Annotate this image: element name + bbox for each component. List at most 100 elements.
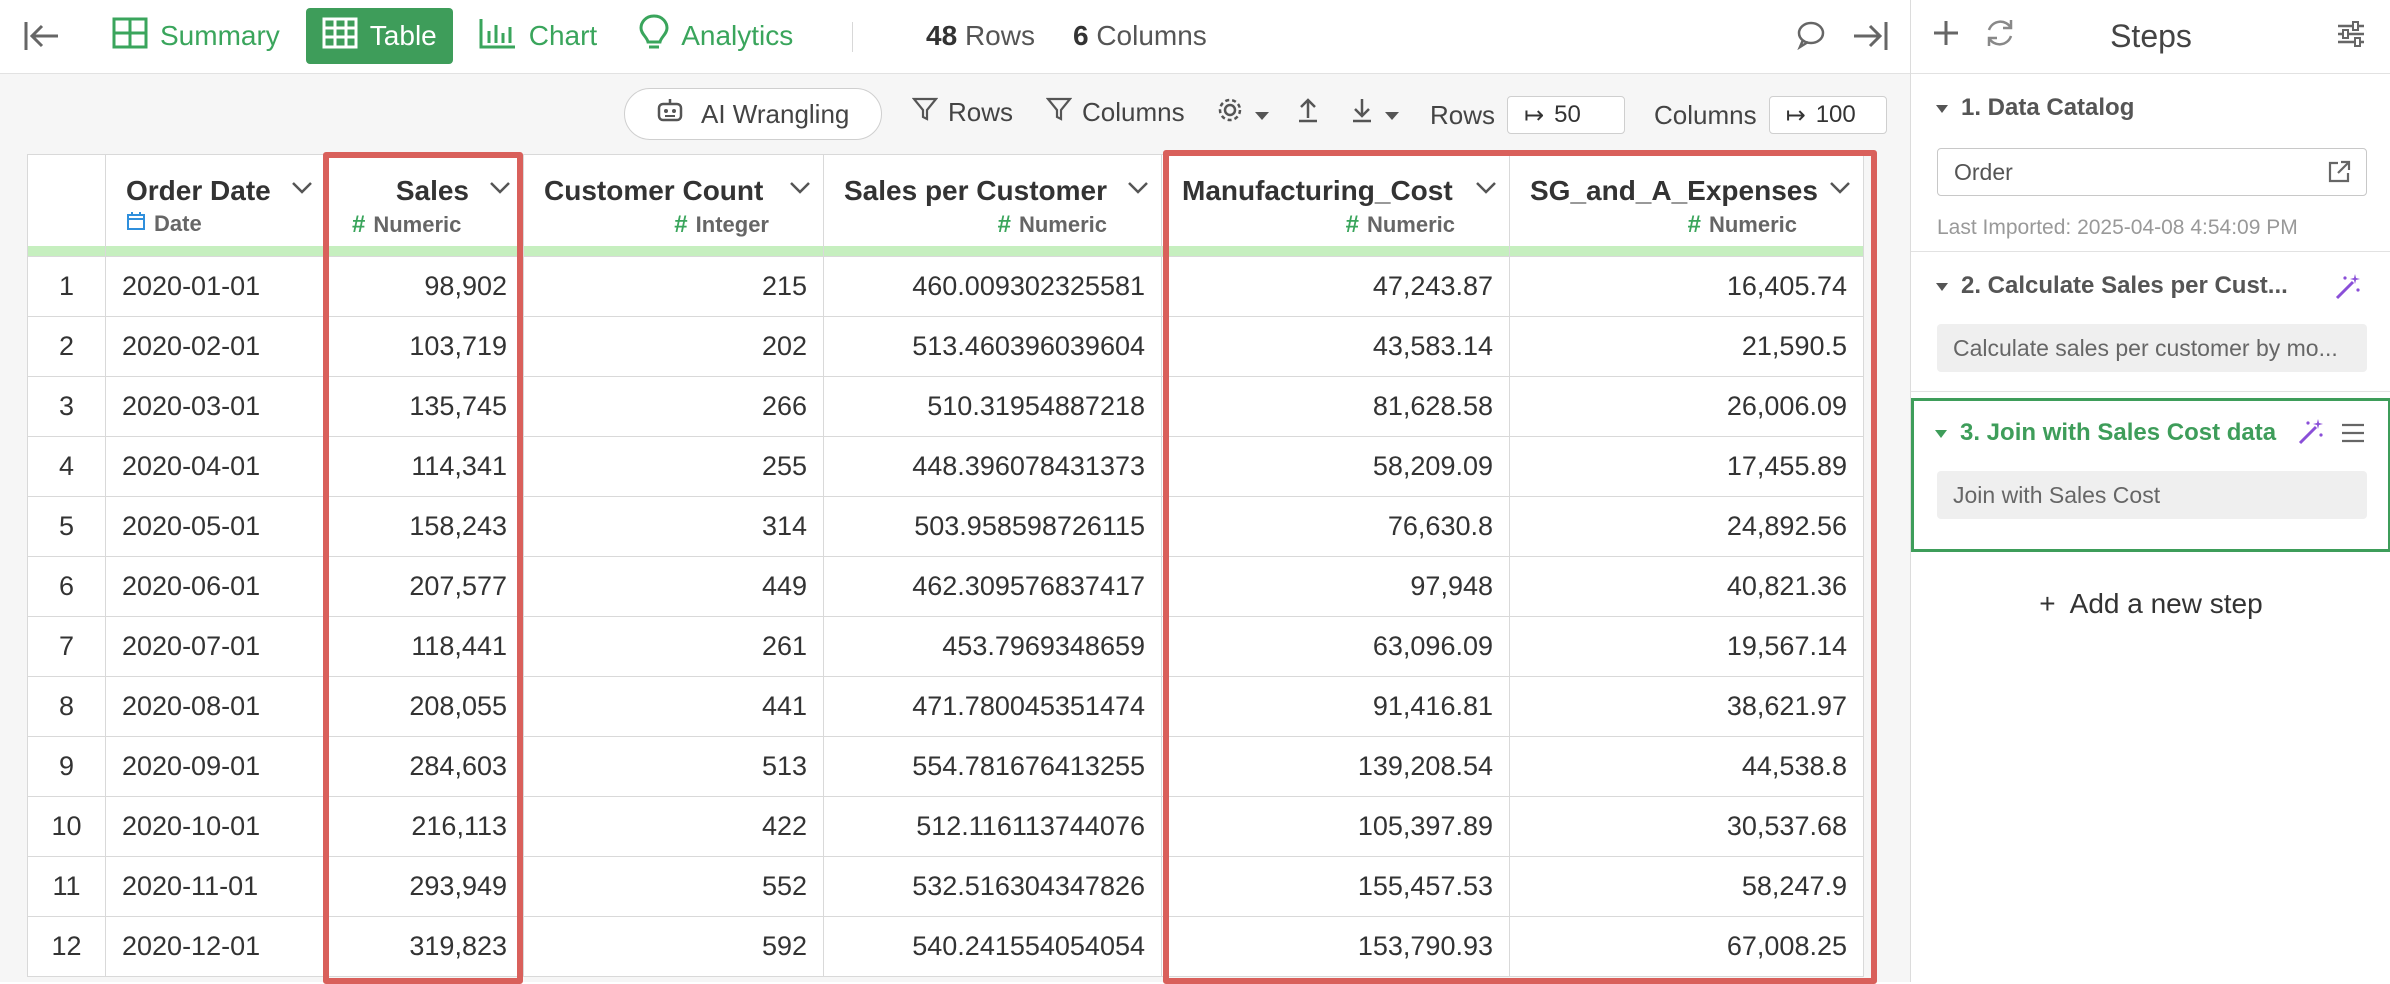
- table-cell[interactable]: 207,577: [325, 556, 524, 617]
- download-dropdown[interactable]: [1350, 96, 1400, 131]
- table-cell[interactable]: 510.31954887218: [823, 376, 1162, 437]
- step-calculate-sales[interactable]: 2. Calculate Sales per Cust... Calculate…: [1911, 252, 2390, 392]
- column-header-order-date[interactable]: Order Date Date: [105, 154, 326, 257]
- table-cell[interactable]: 513: [523, 736, 824, 797]
- table-cell[interactable]: 462.309576837417: [823, 556, 1162, 617]
- chevron-down-icon[interactable]: [489, 181, 511, 200]
- table-cell[interactable]: 135,745: [325, 376, 524, 437]
- table-cell[interactable]: 202: [523, 316, 824, 377]
- column-header-sales-per-customer[interactable]: Sales per Customer # Numeric: [823, 154, 1162, 257]
- rows-limit-input[interactable]: ↦ 50: [1507, 96, 1626, 134]
- table-cell[interactable]: 40,821.36: [1509, 556, 1864, 617]
- caret-down-icon[interactable]: [1934, 419, 1948, 447]
- table-cell[interactable]: 30,537.68: [1509, 796, 1864, 857]
- table-cell[interactable]: 216,113: [325, 796, 524, 857]
- magic-wand-icon[interactable]: [2296, 417, 2326, 452]
- table-cell[interactable]: 105,397.89: [1161, 796, 1510, 857]
- table-cell[interactable]: 2020-07-01: [105, 616, 326, 677]
- table-cell[interactable]: 19,567.14: [1509, 616, 1864, 677]
- external-link-icon[interactable]: [2326, 159, 2352, 191]
- table-cell[interactable]: 24,892.56: [1509, 496, 1864, 557]
- table-cell[interactable]: 449: [523, 556, 824, 617]
- chevron-down-icon[interactable]: [291, 181, 313, 200]
- table-cell[interactable]: 58,209.09: [1161, 436, 1510, 497]
- table-cell[interactable]: 155,457.53: [1161, 856, 1510, 917]
- table-cell[interactable]: 552: [523, 856, 824, 917]
- table-cell[interactable]: 153,790.93: [1161, 916, 1510, 977]
- upload-button[interactable]: [1296, 96, 1320, 131]
- chevron-down-icon[interactable]: [1829, 181, 1851, 200]
- settings-dropdown[interactable]: [1216, 96, 1270, 131]
- collapse-sidebar-icon[interactable]: [22, 18, 66, 54]
- comment-icon[interactable]: [1796, 20, 1826, 55]
- table-cell[interactable]: 2020-10-01: [105, 796, 326, 857]
- table-cell[interactable]: 319,823: [325, 916, 524, 977]
- table-cell[interactable]: 63,096.09: [1161, 616, 1510, 677]
- column-header-customer-count[interactable]: Customer Count # Integer: [523, 154, 824, 257]
- table-cell[interactable]: 2020-04-01: [105, 436, 326, 497]
- table-cell[interactable]: 2020-02-01: [105, 316, 326, 377]
- table-cell[interactable]: 2020-09-01: [105, 736, 326, 797]
- table-cell[interactable]: 2020-11-01: [105, 856, 326, 917]
- table-cell[interactable]: 114,341: [325, 436, 524, 497]
- table-cell[interactable]: 2020-05-01: [105, 496, 326, 557]
- table-cell[interactable]: 67,008.25: [1509, 916, 1864, 977]
- table-cell[interactable]: 21,590.5: [1509, 316, 1864, 377]
- caret-down-icon[interactable]: [1935, 94, 1949, 122]
- step-data-catalog[interactable]: 1. Data Catalog Order Last Imported: 202…: [1911, 74, 2390, 252]
- table-cell[interactable]: 293,949: [325, 856, 524, 917]
- table-cell[interactable]: 266: [523, 376, 824, 437]
- chevron-down-icon[interactable]: [789, 181, 811, 200]
- tab-table[interactable]: Table: [305, 8, 453, 64]
- sliders-icon[interactable]: [2335, 18, 2367, 55]
- column-header-manufacturing-cost[interactable]: Manufacturing_Cost # Numeric: [1161, 154, 1510, 257]
- caret-down-icon[interactable]: [1935, 272, 1949, 300]
- table-cell[interactable]: 215: [523, 256, 824, 317]
- magic-wand-icon[interactable]: [2333, 272, 2363, 307]
- data-source-field[interactable]: Order: [1937, 148, 2367, 196]
- table-cell[interactable]: 513.460396039604: [823, 316, 1162, 377]
- table-cell[interactable]: 76,630.8: [1161, 496, 1510, 557]
- table-cell[interactable]: 2020-01-01: [105, 256, 326, 317]
- table-cell[interactable]: 2020-03-01: [105, 376, 326, 437]
- table-cell[interactable]: 460.009302325581: [823, 256, 1162, 317]
- table-cell[interactable]: 284,603: [325, 736, 524, 797]
- table-cell[interactable]: 47,243.87: [1161, 256, 1510, 317]
- table-cell[interactable]: 118,441: [325, 616, 524, 677]
- table-cell[interactable]: 58,247.9: [1509, 856, 1864, 917]
- column-header-sales[interactable]: Sales # Numeric: [325, 154, 524, 257]
- table-cell[interactable]: 448.396078431373: [823, 436, 1162, 497]
- table-cell[interactable]: 261: [523, 616, 824, 677]
- table-cell[interactable]: 2020-06-01: [105, 556, 326, 617]
- table-cell[interactable]: 17,455.89: [1509, 436, 1864, 497]
- ai-wrangling-button[interactable]: AI Wrangling: [624, 88, 882, 140]
- table-cell[interactable]: 422: [523, 796, 824, 857]
- table-cell[interactable]: 471.780045351474: [823, 676, 1162, 737]
- table-cell[interactable]: 97,948: [1161, 556, 1510, 617]
- columns-limit-input[interactable]: ↦ 100: [1768, 96, 1887, 134]
- rows-filter-button[interactable]: Rows: [911, 96, 1013, 129]
- table-cell[interactable]: 98,902: [325, 256, 524, 317]
- table-cell[interactable]: 44,538.8: [1509, 736, 1864, 797]
- tab-chart[interactable]: Chart: [463, 8, 613, 64]
- table-cell[interactable]: 532.516304347826: [823, 856, 1162, 917]
- table-cell[interactable]: 441: [523, 676, 824, 737]
- step-join-sales-cost[interactable]: 3. Join with Sales Cost data Join with S…: [1911, 398, 2390, 552]
- table-cell[interactable]: 208,055: [325, 676, 524, 737]
- table-cell[interactable]: 540.241554054054: [823, 916, 1162, 977]
- chevron-down-icon[interactable]: [1127, 181, 1149, 200]
- table-cell[interactable]: 453.7969348659: [823, 616, 1162, 677]
- column-header-sg-and-a-expenses[interactable]: SG_and_A_Expenses # Numeric: [1509, 154, 1864, 257]
- table-cell[interactable]: 103,719: [325, 316, 524, 377]
- table-cell[interactable]: 314: [523, 496, 824, 557]
- table-cell[interactable]: 91,416.81: [1161, 676, 1510, 737]
- table-cell[interactable]: 139,208.54: [1161, 736, 1510, 797]
- table-cell[interactable]: 38,621.97: [1509, 676, 1864, 737]
- add-step-button[interactable]: + Add a new step: [1911, 588, 2390, 620]
- table-cell[interactable]: 503.958598726115: [823, 496, 1162, 557]
- table-cell[interactable]: 554.781676413255: [823, 736, 1162, 797]
- table-cell[interactable]: 81,628.58: [1161, 376, 1510, 437]
- table-cell[interactable]: 26,006.09: [1509, 376, 1864, 437]
- table-cell[interactable]: 158,243: [325, 496, 524, 557]
- table-cell[interactable]: 512.116113744076: [823, 796, 1162, 857]
